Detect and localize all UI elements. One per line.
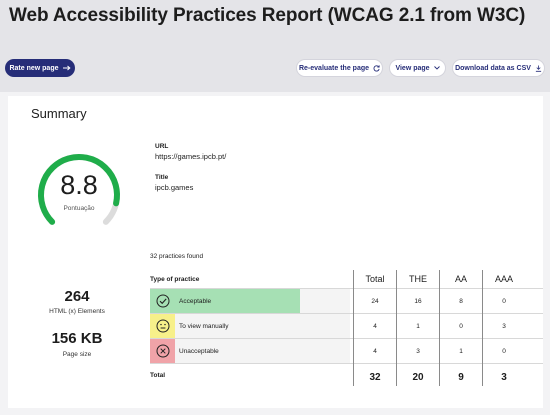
url-label: URL xyxy=(155,143,169,150)
table-row: To view manually xyxy=(150,314,350,338)
reevaluate-button[interactable]: Re-evaluate the page xyxy=(296,59,383,77)
rate-new-page-button[interactable]: Rate new page xyxy=(5,59,75,77)
page-header: Web Accessibility Practices Report (WCAG… xyxy=(0,0,550,92)
title-value: ipcb.games xyxy=(155,183,194,192)
table-row: Unacceptable xyxy=(150,339,350,363)
column-header-the: THE xyxy=(409,274,427,284)
score-value: 8.8 xyxy=(60,170,98,200)
html-elements-value: 264 xyxy=(64,288,90,305)
total-cell: 20 xyxy=(412,371,424,383)
type-of-practice-header: Type of practice xyxy=(150,275,200,283)
page-size-label: Page size xyxy=(62,351,92,358)
row-label-unacceptable: Unacceptable xyxy=(179,347,219,355)
table-cell: 3 xyxy=(416,347,420,355)
table-cell: 16 xyxy=(414,297,422,305)
rate-new-page-label: Rate new page xyxy=(9,64,59,72)
url-value: https://games.ipcb.pt/ xyxy=(155,152,227,161)
row-label-acceptable: Acceptable xyxy=(179,297,212,305)
neutral-face-icon xyxy=(150,314,175,338)
title-label: Title xyxy=(155,174,169,181)
column-header-aaa: AAA xyxy=(494,274,513,284)
table-cell: 3 xyxy=(502,322,506,330)
table-row: Acceptable xyxy=(150,289,350,313)
view-page-button[interactable]: View page xyxy=(389,59,446,77)
table-cell: 4 xyxy=(373,347,377,355)
download-icon xyxy=(535,64,542,72)
total-cell: 9 xyxy=(458,371,464,383)
total-cell: 32 xyxy=(369,371,381,383)
practices-found: 32 practices found xyxy=(150,253,204,260)
summary-title: Summary xyxy=(31,106,87,121)
table-cell: 0 xyxy=(459,322,463,330)
row-label-manual: To view manually xyxy=(179,322,229,330)
download-csv-label: Download data as CSV xyxy=(455,64,531,72)
html-elements-label: HTML (x) Elements xyxy=(49,308,105,315)
table-cell: 8 xyxy=(459,297,463,305)
table-cell: 0 xyxy=(502,297,506,305)
reevaluate-label: Re-evaluate the page xyxy=(298,64,370,72)
page-size-value: 156 KB xyxy=(51,330,103,347)
download-csv-button[interactable]: Download data as CSV xyxy=(452,59,545,77)
score-label: Pontuação xyxy=(63,205,95,212)
arrow-right-icon xyxy=(62,65,71,71)
table-cell: 0 xyxy=(502,347,506,355)
column-header-aa: AA xyxy=(454,274,467,284)
refresh-icon xyxy=(373,64,380,72)
page-title: Web Accessibility Practices Report (WCAG… xyxy=(9,5,526,26)
table-cell: 1 xyxy=(459,347,463,355)
table-cell: 4 xyxy=(373,322,377,330)
chevron-down-icon xyxy=(433,66,440,70)
view-page-label: View page xyxy=(395,64,430,72)
summary-card: Summary 8.8 Pontuação URL https://games.… xyxy=(8,96,543,408)
table-divider xyxy=(150,363,543,364)
total-label: Total xyxy=(150,371,166,379)
table-cell: 24 xyxy=(371,297,379,305)
x-circle-icon xyxy=(150,339,175,363)
column-header-total: Total xyxy=(365,274,385,284)
check-circle-icon xyxy=(150,289,175,313)
table-cell: 1 xyxy=(416,322,420,330)
total-cell: 3 xyxy=(501,371,507,383)
